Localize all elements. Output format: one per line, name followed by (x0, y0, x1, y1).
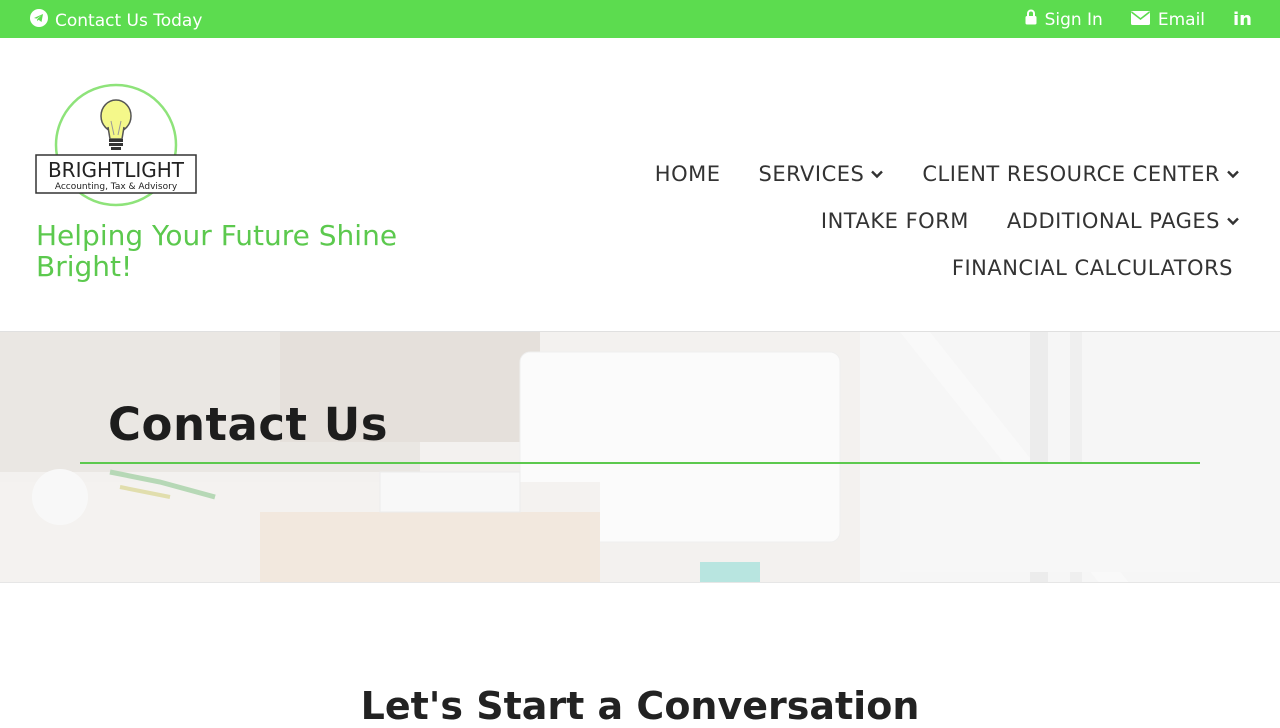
telegram-icon (30, 9, 48, 32)
nav-additional-pages[interactable]: ADDITIONAL PAGES (1007, 209, 1240, 233)
brightlight-logo[interactable]: BRIGHTLIGHT Accounting, Tax & Advisory (34, 83, 198, 209)
nav-services[interactable]: SERVICES (759, 162, 885, 186)
linkedin-icon: in (1233, 9, 1252, 30)
logo-brand-text: BRIGHTLIGHT (48, 158, 185, 182)
chevron-down-icon (1227, 217, 1239, 225)
lock-icon (1025, 9, 1037, 30)
chevron-down-icon (1227, 170, 1239, 178)
section-title: Let's Start a Conversation (360, 684, 920, 728)
logo-sub-text: Accounting, Tax & Advisory (55, 182, 178, 192)
envelope-icon (1130, 10, 1150, 30)
nav-intake-form[interactable]: INTAKE FORM (821, 209, 969, 233)
title-divider (80, 462, 1200, 464)
sign-in-link[interactable]: Sign In (1025, 9, 1103, 30)
nav-client-resource-center[interactable]: CLIENT RESOURCE CENTER (922, 162, 1240, 186)
nav-home[interactable]: HOME (655, 162, 721, 186)
sign-in-label: Sign In (1044, 9, 1103, 30)
main-navigation: HOME SERVICES CLIENT RESOURCE CENTER INT… (540, 150, 1240, 291)
linkedin-link[interactable]: in (1233, 9, 1252, 30)
hero-overlay (0, 332, 1280, 582)
nav-home-label: HOME (654, 161, 721, 186)
nav-additional-pages-label: ADDITIONAL PAGES (1006, 208, 1220, 233)
contact-us-today-label: Contact Us Today (55, 10, 203, 31)
chevron-down-icon (871, 170, 884, 178)
nav-intake-form-label: INTAKE FORM (820, 208, 969, 233)
nav-services-label: SERVICES (758, 161, 865, 186)
top-bar: Contact Us Today Sign In Email in (0, 0, 1280, 38)
nav-client-resource-center-label: CLIENT RESOURCE CENTER (922, 161, 1220, 186)
page-title: Contact Us (108, 398, 389, 451)
contact-us-today-link[interactable]: Contact Us Today (30, 9, 202, 32)
site-header: BRIGHTLIGHT Accounting, Tax & Advisory H… (0, 38, 1280, 331)
hero-banner: Contact Us (0, 331, 1280, 583)
email-link[interactable]: Email (1130, 9, 1206, 30)
nav-financial-calculators[interactable]: FINANCIAL CALCULATORS (952, 256, 1233, 280)
nav-financial-calculators-label: FINANCIAL CALCULATORS (951, 255, 1233, 280)
email-label: Email (1157, 9, 1206, 30)
tagline: Helping Your Future Shine Bright! (36, 219, 398, 283)
